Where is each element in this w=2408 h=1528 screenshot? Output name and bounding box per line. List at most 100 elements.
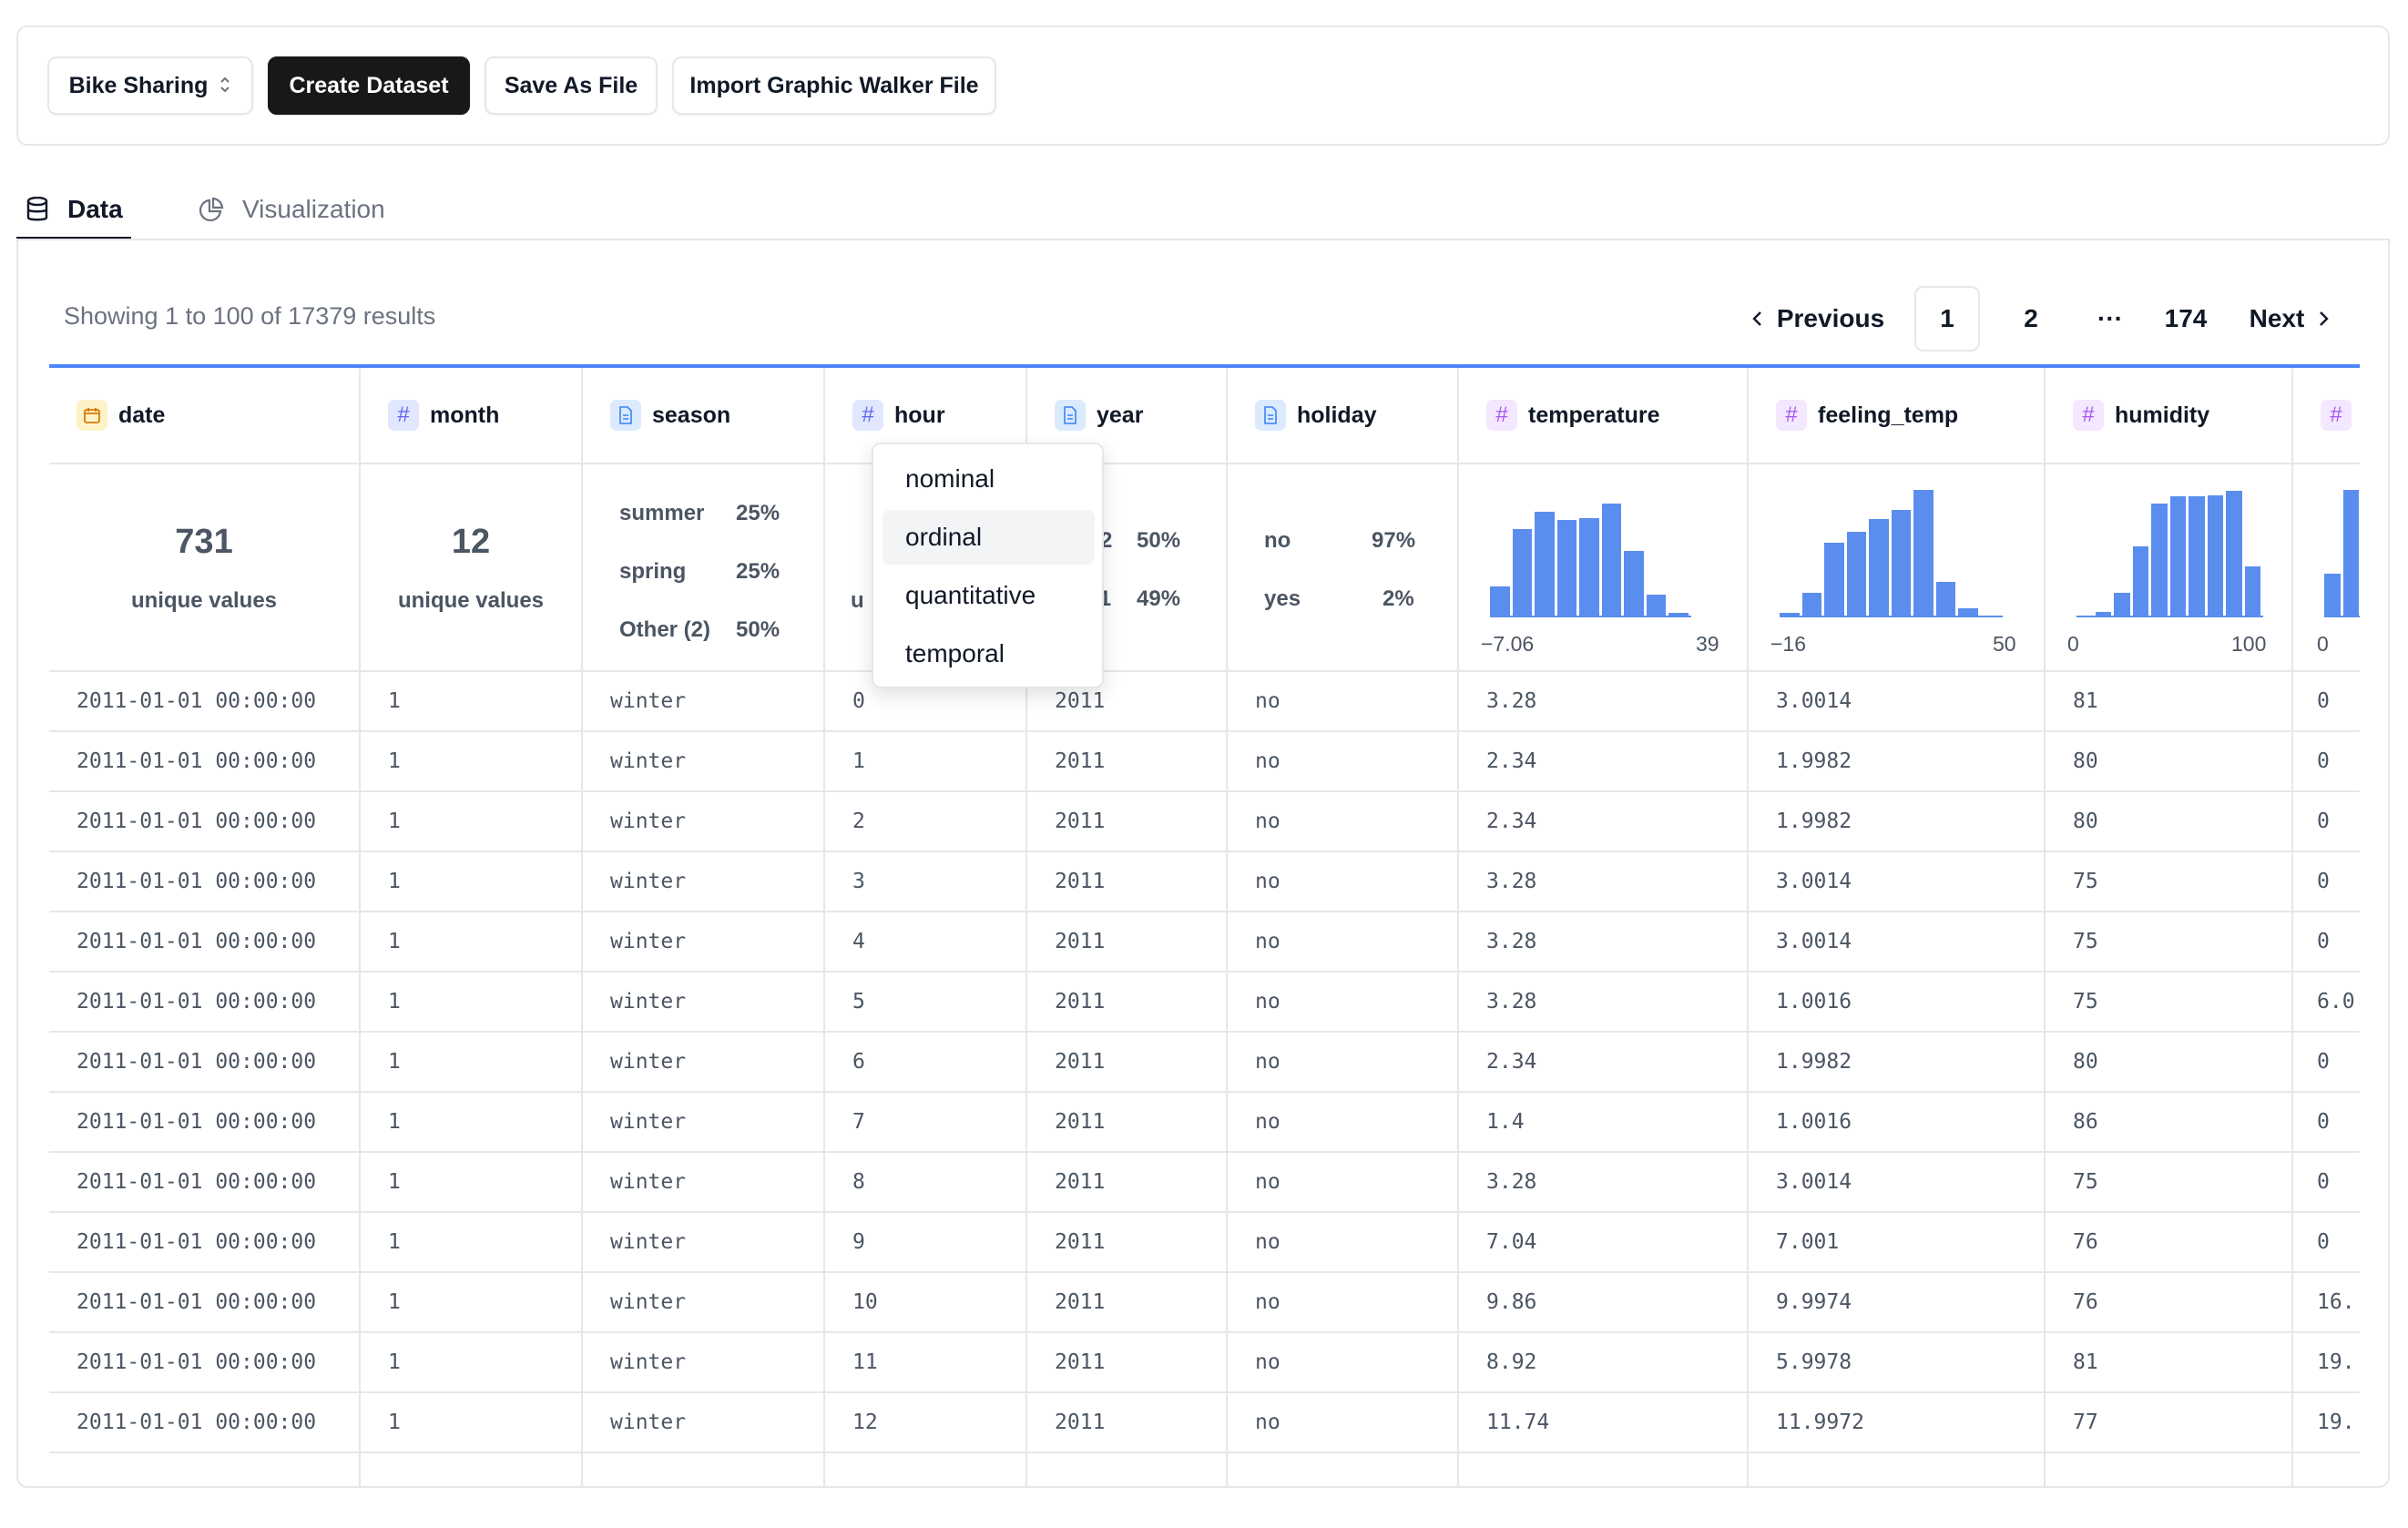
table-cell: no (1228, 732, 1457, 792)
table-cell: 2011-01-01 00:00:00 (49, 1213, 359, 1273)
table-cell: 86 (2046, 1093, 2291, 1153)
column-header-date[interactable]: date (49, 368, 359, 464)
calendar-icon[interactable] (77, 400, 107, 431)
hash-icon[interactable]: # (2321, 400, 2352, 431)
category-label: spring (619, 559, 687, 584)
unique-count: 731 (175, 523, 233, 561)
create-dataset-button[interactable]: Create Dataset (268, 56, 470, 115)
table-cell: 75 (2046, 1153, 2291, 1213)
histogram-max: 39 (1696, 632, 1719, 656)
text-file-icon[interactable] (610, 400, 641, 431)
page-2-button[interactable]: 2 (1998, 286, 2064, 351)
table-cell: 1 (361, 672, 581, 732)
pie-chart-icon (199, 197, 224, 222)
table-cell: 0 (2293, 912, 2360, 973)
table-cell: 7.001 (1749, 1213, 2044, 1273)
option-ordinal[interactable]: ordinal (883, 510, 1095, 565)
histogram-bar (1891, 510, 1911, 616)
table-cell: 2011-01-01 00:00:00 (49, 1093, 359, 1153)
unique-label-partial: u (851, 588, 864, 613)
tab-visualization[interactable]: Visualization (199, 178, 385, 240)
table-cell: no (1228, 672, 1457, 732)
column-header-truncated[interactable]: # (2293, 368, 2360, 464)
option-quantitative[interactable]: quantitative (883, 568, 1095, 623)
table-cell: winter (583, 1333, 823, 1393)
table-cell: 0 (2293, 672, 2360, 732)
column-name: season (652, 402, 731, 428)
table-cell: 0 (2293, 1153, 2360, 1213)
table-cell: 2011 (1027, 1273, 1226, 1333)
create-dataset-label: Create Dataset (289, 72, 449, 98)
column-header-humidity[interactable]: # humidity (2046, 368, 2291, 464)
table-cell: 3 (825, 852, 1025, 912)
hash-icon[interactable]: # (1486, 400, 1517, 431)
hash-icon[interactable]: # (1776, 400, 1807, 431)
table-cell: 6.0 (2293, 973, 2360, 1033)
page-2-label: 2 (2024, 304, 2038, 332)
table-cell: 1 (361, 1033, 581, 1093)
next-label: Next (2249, 304, 2305, 332)
table-cell: 1 (825, 732, 1025, 792)
table-cell: 2011 (1027, 1393, 1226, 1453)
table-cell: 1 (361, 1333, 581, 1393)
histogram-bar (2132, 546, 2148, 616)
save-as-file-button[interactable]: Save As File (485, 56, 658, 115)
table-cell: 9 (825, 1213, 1025, 1273)
table-cell: 1.0016 (1749, 973, 2044, 1033)
hash-icon[interactable]: # (2073, 400, 2104, 431)
option-nominal[interactable]: nominal (883, 452, 1095, 506)
import-graphic-walker-button[interactable]: Import Graphic Walker File (672, 56, 996, 115)
text-file-icon[interactable] (1055, 400, 1086, 431)
column-name: date (118, 402, 166, 428)
column-header-temperature[interactable]: # temperature (1459, 368, 1747, 464)
table-cell: 1 (361, 1213, 581, 1273)
table-cell: 10 (825, 1273, 1025, 1333)
column-header-holiday[interactable]: holiday (1228, 368, 1457, 464)
table-cell: 75 (2046, 852, 2291, 912)
table-cell: 2011-01-01 00:00:00 (49, 672, 359, 732)
column-header-feeling-temp[interactable]: # feeling_temp (1749, 368, 2044, 464)
table-cell: 1.4 (1459, 1093, 1747, 1153)
table-cell: 3.28 (1459, 1153, 1747, 1213)
previous-page-button[interactable]: Previous (1736, 286, 1900, 351)
table-cell: 2011 (1027, 732, 1226, 792)
column-stats-holiday: no 97% yes 2% (1228, 464, 1457, 672)
table-cell: 2011-01-01 00:00:00 (49, 852, 359, 912)
option-temporal[interactable]: temporal (883, 626, 1095, 681)
histogram-min: −16 (1770, 632, 1807, 656)
table-cell: winter (583, 1033, 823, 1093)
histogram-baseline (2324, 616, 2360, 617)
table-cell: 19. (2293, 1393, 2360, 1453)
histogram-bar (1601, 503, 1621, 616)
table-cell: 76 (2046, 1273, 2291, 1333)
column-header-season[interactable]: season (583, 368, 823, 464)
table-cell: 2 (825, 792, 1025, 852)
table-cell: 2011-01-01 00:00:00 (49, 973, 359, 1033)
column-feeling-temp: # feeling_temp −16 50 3.0014 1.9982 1.9982… (1747, 368, 2044, 1486)
table-cell: no (1228, 1393, 1457, 1453)
save-as-file-label: Save As File (504, 72, 638, 98)
table-cell: 1.9982 (1749, 792, 2044, 852)
hash-icon[interactable]: # (388, 400, 419, 431)
tab-data[interactable]: Data (26, 178, 123, 240)
next-page-button[interactable]: Next (2235, 286, 2344, 351)
table-cell: 2011-01-01 00:00:00 (49, 1153, 359, 1213)
table-cell: 2.34 (1459, 1033, 1747, 1093)
table-cell: no (1228, 1273, 1457, 1333)
tab-data-label: Data (67, 195, 123, 223)
table-cell: 3.28 (1459, 912, 1747, 973)
table-cell: winter (583, 1213, 823, 1273)
histogram-bar (2114, 593, 2130, 616)
text-file-icon[interactable] (1255, 400, 1286, 431)
table-cell: 11.74 (1459, 1393, 1747, 1453)
histogram-baseline (1490, 616, 1691, 617)
table-cell: 11 (825, 1333, 1025, 1393)
table-cell: winter (583, 1393, 823, 1453)
category-label: Other (2) (619, 617, 711, 642)
page-174-button[interactable]: 174 (2148, 286, 2224, 351)
hash-icon[interactable]: # (852, 400, 883, 431)
page-1-button[interactable]: 1 (1914, 286, 1980, 351)
table-cell: 2.34 (1459, 792, 1747, 852)
dataset-select[interactable]: Bike Sharing (47, 56, 253, 115)
column-header-month[interactable]: # month (361, 368, 581, 464)
